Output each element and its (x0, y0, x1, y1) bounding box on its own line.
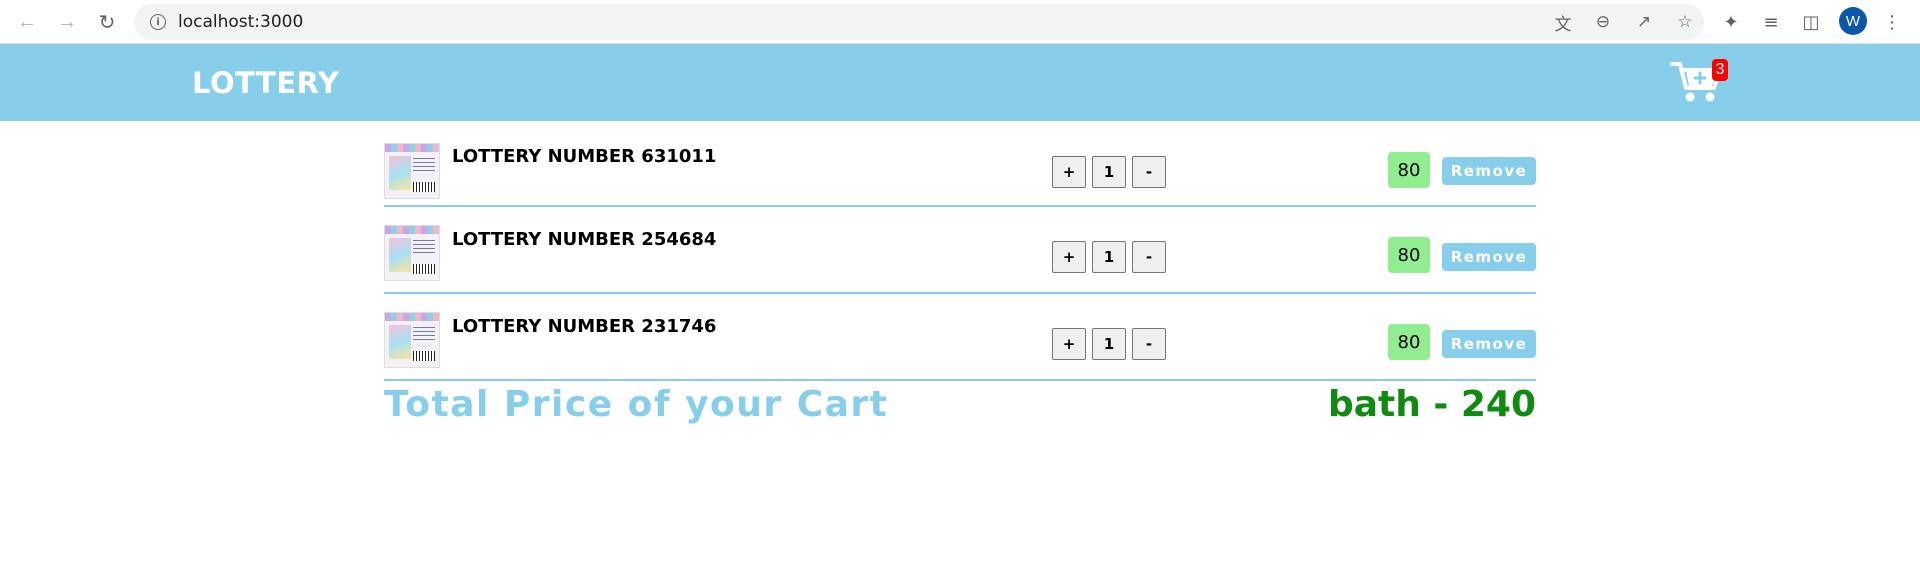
lottery-ticket-image (384, 225, 440, 281)
reading-list-icon[interactable]: ≡ (1759, 10, 1783, 34)
remove-button[interactable]: Remove (1442, 243, 1536, 271)
item-name: LOTTERY NUMBER 231746 (452, 316, 717, 337)
quantity-display: 1 (1092, 241, 1126, 273)
address-bar[interactable]: i localhost:3000 文 ⊖ ↗ ☆ (134, 4, 1704, 40)
profile-avatar[interactable]: W (1839, 7, 1867, 35)
total-price: bath - 240 (1327, 384, 1536, 425)
zoom-out-icon[interactable]: ⊖ (1592, 11, 1614, 33)
cart-item: LOTTERY NUMBER 254684 + 1 - 80 Remove (384, 207, 1536, 294)
browser-toolbar: ← → ↻ i localhost:3000 文 ⊖ ↗ ☆ ✦ ≡ ◫ W ⋮ (0, 0, 1920, 44)
brand-logo[interactable]: LOTTERY (192, 66, 339, 100)
url-text[interactable]: localhost:3000 (178, 12, 303, 32)
increase-quantity-button[interactable]: + (1052, 156, 1086, 188)
star-icon[interactable]: ☆ (1674, 11, 1696, 33)
forward-arrow-icon[interactable]: → (54, 9, 80, 35)
back-arrow-icon[interactable]: ← (14, 9, 40, 35)
item-price: 80 (1388, 237, 1430, 273)
cart-total: Total Price of your Cart bath - 240 (384, 384, 1536, 430)
info-icon[interactable]: i (150, 14, 166, 30)
decrease-quantity-button[interactable]: - (1132, 241, 1166, 273)
menu-icon[interactable]: ⋮ (1880, 10, 1904, 34)
cart-count-badge: 3 (1712, 59, 1728, 81)
lottery-ticket-image (384, 312, 440, 368)
decrease-quantity-button[interactable]: - (1132, 156, 1166, 188)
remove-button[interactable]: Remove (1442, 330, 1536, 358)
total-label: Total Price of your Cart (384, 384, 889, 425)
quantity-display: 1 (1092, 156, 1126, 188)
decrease-quantity-button[interactable]: - (1132, 328, 1166, 360)
side-panel-icon[interactable]: ◫ (1799, 10, 1823, 34)
lottery-ticket-image (384, 143, 440, 199)
cart-list: LOTTERY NUMBER 631011 + 1 - 80 Remove LO… (384, 140, 1536, 381)
item-name: LOTTERY NUMBER 631011 (452, 146, 717, 167)
extensions-icon[interactable]: ✦ (1719, 10, 1743, 34)
cart-item: LOTTERY NUMBER 631011 + 1 - 80 Remove (384, 140, 1536, 207)
remove-button[interactable]: Remove (1442, 157, 1536, 185)
increase-quantity-button[interactable]: + (1052, 241, 1086, 273)
cart-item: LOTTERY NUMBER 231746 + 1 - 80 Remove (384, 294, 1536, 381)
item-price: 80 (1388, 324, 1430, 360)
share-icon[interactable]: ↗ (1633, 11, 1655, 33)
translate-icon[interactable]: 文 (1552, 11, 1574, 35)
item-name: LOTTERY NUMBER 254684 (452, 229, 717, 250)
app-header: LOTTERY 3 (0, 44, 1920, 121)
increase-quantity-button[interactable]: + (1052, 328, 1086, 360)
reload-icon[interactable]: ↻ (94, 9, 120, 35)
item-price: 80 (1388, 152, 1430, 188)
quantity-display: 1 (1092, 328, 1126, 360)
